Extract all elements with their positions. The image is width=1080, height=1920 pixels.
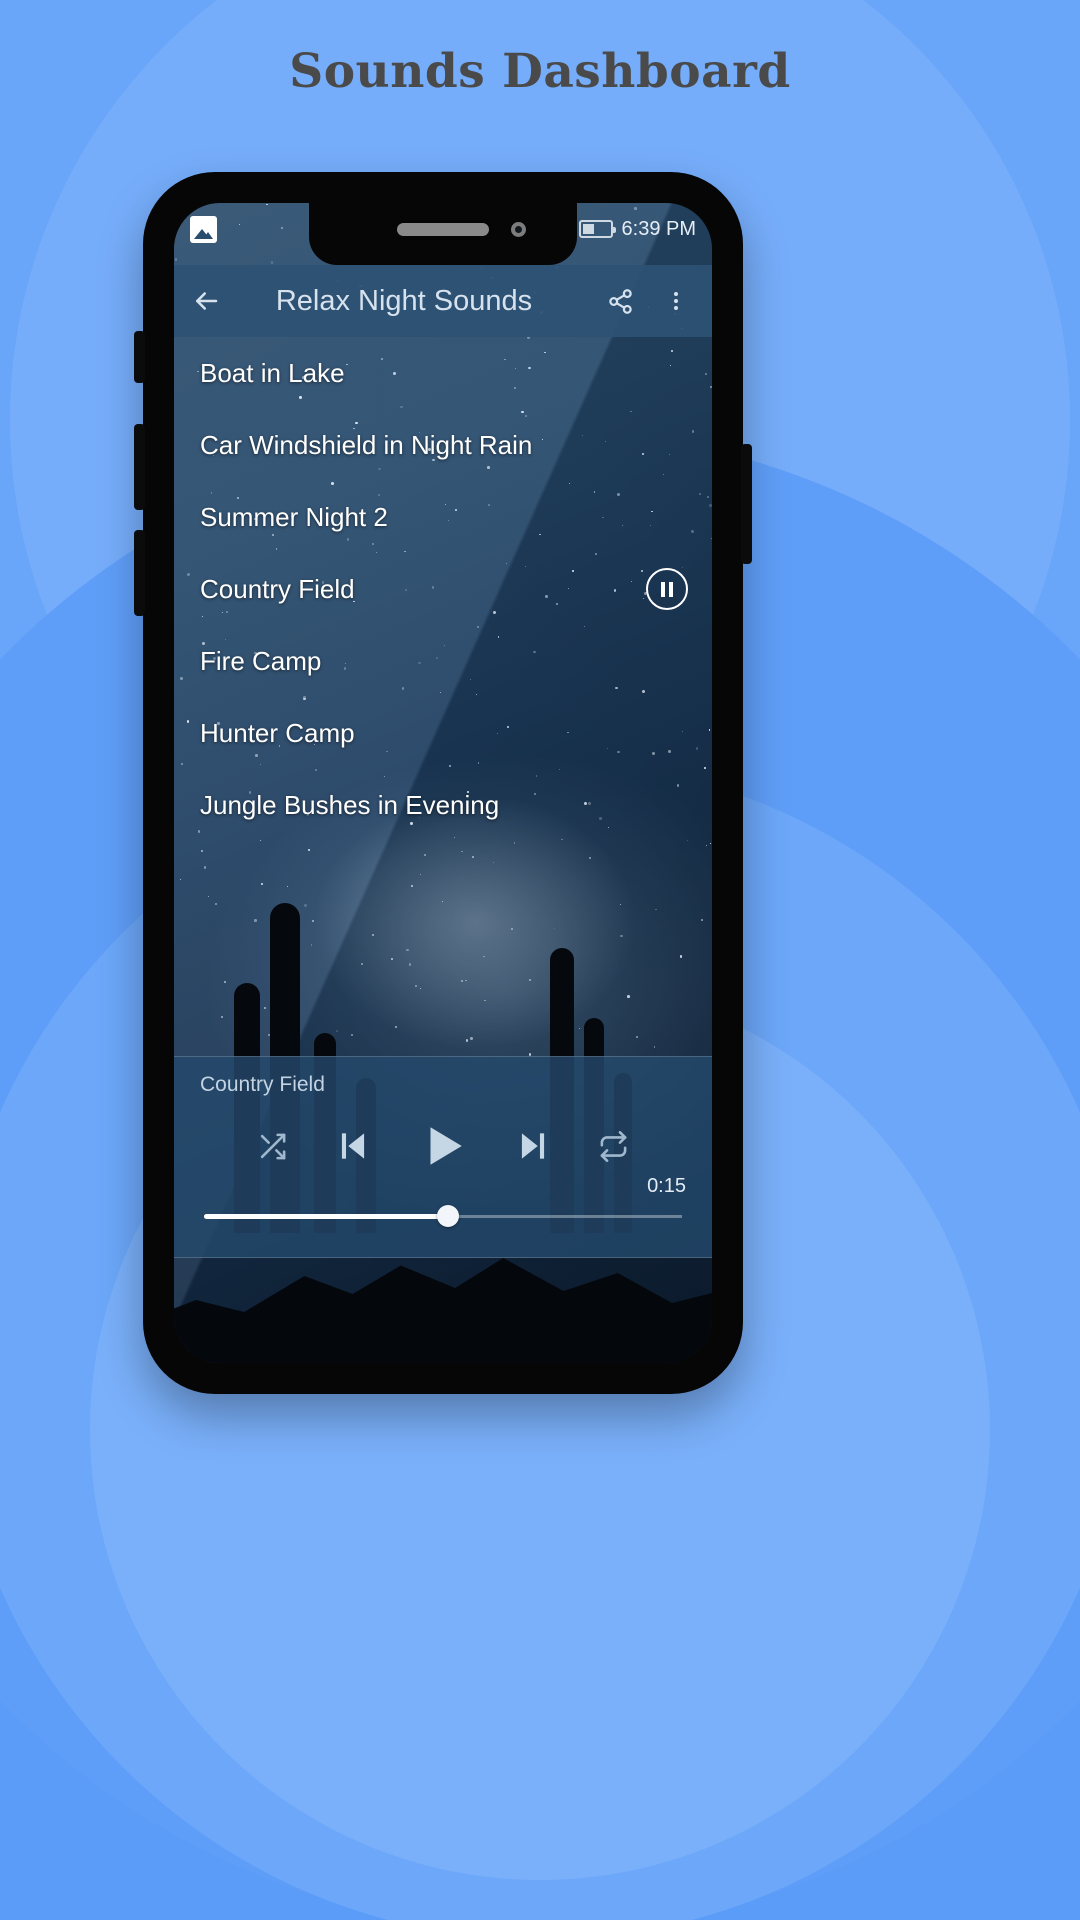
list-item-label: Fire Camp xyxy=(200,645,322,676)
share-icon[interactable] xyxy=(592,288,648,315)
status-bar-clock: 6:39 PM xyxy=(621,217,696,240)
toolbar-title: Relax Night Sounds xyxy=(275,284,533,317)
front-camera-icon xyxy=(511,222,526,237)
list-item-label: Summer Night 2 xyxy=(200,501,388,532)
shuffle-icon[interactable] xyxy=(257,1131,288,1162)
phone-screen-frame: % 6:39 PM Relax Night Sounds xyxy=(174,203,712,1363)
battery-icon xyxy=(578,220,616,238)
repeat-icon[interactable] xyxy=(598,1130,629,1162)
status-bar-left xyxy=(190,215,217,243)
image-icon xyxy=(190,215,217,243)
skip-previous-icon[interactable] xyxy=(334,1127,372,1165)
page-title: Sounds Dashboard xyxy=(289,44,791,99)
player-controls xyxy=(174,1111,712,1181)
app-toolbar: Relax Night Sounds xyxy=(174,265,712,337)
phone-button-mute xyxy=(134,331,145,383)
list-item[interactable]: Car Windshield in Night Rain xyxy=(174,409,712,481)
overflow-menu-icon[interactable] xyxy=(648,289,704,313)
seek-fill xyxy=(204,1214,448,1219)
phone-button-volume-up xyxy=(134,424,145,510)
phone-notch xyxy=(309,203,577,265)
app-screen: % 6:39 PM Relax Night Sounds xyxy=(174,203,712,1363)
list-item-label: Car Windshield in Night Rain xyxy=(200,429,533,460)
list-item[interactable]: Boat in Lake xyxy=(174,337,712,409)
list-item-label: Country Field xyxy=(200,573,355,604)
seek-thumb[interactable] xyxy=(436,1205,459,1227)
now-playing-label: Country Field xyxy=(200,1073,325,1096)
list-item[interactable]: Fire Camp xyxy=(174,625,712,697)
elapsed-time-label: 0:15 xyxy=(647,1175,686,1197)
sound-list: Boat in Lake Car Windshield in Night Rain… xyxy=(174,337,712,1163)
list-item[interactable]: Country Field xyxy=(174,553,712,625)
earpiece-speaker xyxy=(397,223,489,236)
list-item[interactable]: Hunter Camp xyxy=(174,697,712,769)
list-item-label: Jungle Bushes in Evening xyxy=(200,789,500,820)
list-item[interactable]: Summer Night 2 xyxy=(174,481,712,553)
phone-button-power xyxy=(741,444,752,564)
list-item[interactable]: Jungle Bushes in Evening xyxy=(174,769,712,841)
pause-circle-icon[interactable] xyxy=(646,568,688,610)
phone-mockup: % 6:39 PM Relax Night Sounds xyxy=(134,172,752,1394)
skip-next-icon[interactable] xyxy=(514,1127,552,1165)
player-bar: Country Field 0:15 xyxy=(174,1056,712,1258)
seek-bar[interactable] xyxy=(204,1205,682,1227)
play-icon[interactable] xyxy=(418,1121,468,1171)
phone-button-volume-down xyxy=(134,530,145,616)
list-item-label: Hunter Camp xyxy=(200,717,355,748)
list-item-label: Boat in Lake xyxy=(200,357,345,388)
